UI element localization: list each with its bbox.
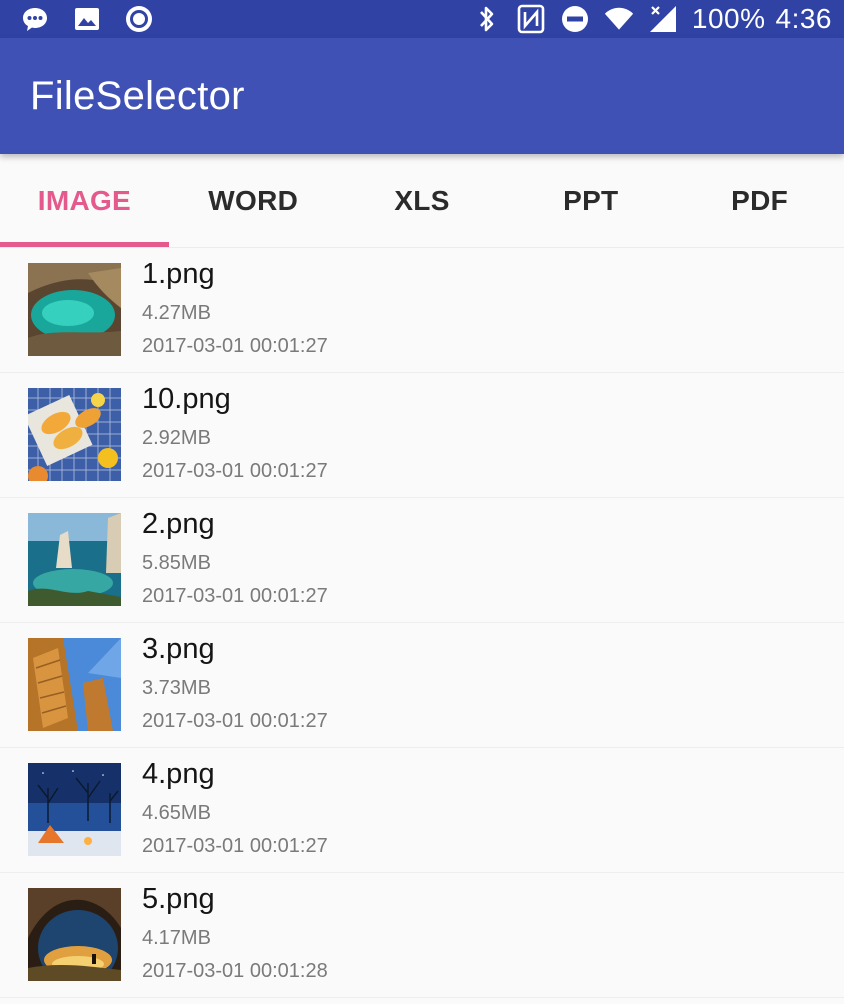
file-meta: 4.png 4.65MB 2017-03-01 00:01:27 [142, 759, 328, 857]
file-size: 3.73MB [142, 677, 211, 699]
bluetooth-icon [472, 4, 502, 34]
cave-sunset-thumbnail [28, 888, 121, 981]
file-list-item[interactable]: 1.png 4.27MB 2017-03-01 00:01:27 [0, 248, 844, 373]
wifi-icon [604, 4, 634, 34]
file-size: 5.85MB [142, 552, 211, 574]
file-list-item[interactable]: 10.png 2.92MB 2017-03-01 00:01:27 [0, 373, 844, 498]
tab-ppt[interactable]: PPT [506, 154, 675, 247]
temple-columns-thumbnail [28, 638, 121, 731]
file-name: 1.png [142, 258, 215, 290]
message-icon [20, 4, 50, 34]
file-date: 2017-03-01 00:01:27 [142, 335, 328, 357]
file-meta: 2.png 5.85MB 2017-03-01 00:01:27 [142, 509, 328, 607]
file-date: 2017-03-01 00:01:27 [142, 835, 328, 857]
file-name: 5.png [142, 883, 215, 915]
status-battery-time: 100% 4:36 [692, 3, 832, 35]
tab-xls[interactable]: XLS [338, 154, 507, 247]
file-date: 2017-03-01 00:01:28 [142, 960, 328, 982]
status-left-icons [20, 4, 154, 34]
file-date: 2017-03-01 00:01:27 [142, 460, 328, 482]
night-camping-thumbnail [28, 763, 121, 856]
app-bar: FileSelector [0, 38, 844, 154]
file-name: 4.png [142, 758, 215, 790]
status-right-icons: 100% 4:36 [472, 3, 832, 35]
signal-icon [648, 4, 678, 34]
file-date: 2017-03-01 00:01:27 [142, 710, 328, 732]
file-name: 2.png [142, 508, 215, 540]
file-list-item[interactable]: 5.png 4.17MB 2017-03-01 00:01:28 [0, 873, 844, 998]
app-title: FileSelector [30, 73, 245, 118]
file-meta: 1.png 4.27MB 2017-03-01 00:01:27 [142, 259, 328, 357]
file-size: 4.65MB [142, 802, 211, 824]
nfc-icon [516, 4, 546, 34]
file-date: 2017-03-01 00:01:27 [142, 585, 328, 607]
cave-lagoon-thumbnail [28, 263, 121, 356]
file-name: 3.png [142, 633, 215, 665]
file-type-tabs: IMAGE WORD XLS PPT PDF [0, 154, 844, 248]
popsicles-thumbnail [28, 388, 121, 481]
file-list-item[interactable]: 4.png 4.65MB 2017-03-01 00:01:27 [0, 748, 844, 873]
clock: 4:36 [775, 3, 832, 34]
battery-percent: 100% [691, 3, 766, 34]
file-list: 1.png 4.27MB 2017-03-01 00:01:27 10.png … [0, 248, 844, 998]
file-size: 4.27MB [142, 302, 211, 324]
file-name: 10.png [142, 383, 231, 415]
file-meta: 5.png 4.17MB 2017-03-01 00:01:28 [142, 884, 328, 982]
file-meta: 3.png 3.73MB 2017-03-01 00:01:27 [142, 634, 328, 732]
file-meta: 10.png 2.92MB 2017-03-01 00:01:27 [142, 384, 328, 482]
tab-image[interactable]: IMAGE [0, 154, 169, 247]
tab-pdf[interactable]: PDF [675, 154, 844, 247]
file-size: 2.92MB [142, 427, 211, 449]
file-list-item[interactable]: 2.png 5.85MB 2017-03-01 00:01:27 [0, 498, 844, 623]
record-icon [124, 4, 154, 34]
file-list-item[interactable]: 3.png 3.73MB 2017-03-01 00:01:27 [0, 623, 844, 748]
tab-word[interactable]: WORD [169, 154, 338, 247]
do-not-disturb-icon [560, 4, 590, 34]
status-bar: 100% 4:36 [0, 0, 844, 38]
image-icon [72, 4, 102, 34]
sea-cliffs-thumbnail [28, 513, 121, 606]
file-size: 4.17MB [142, 927, 211, 949]
